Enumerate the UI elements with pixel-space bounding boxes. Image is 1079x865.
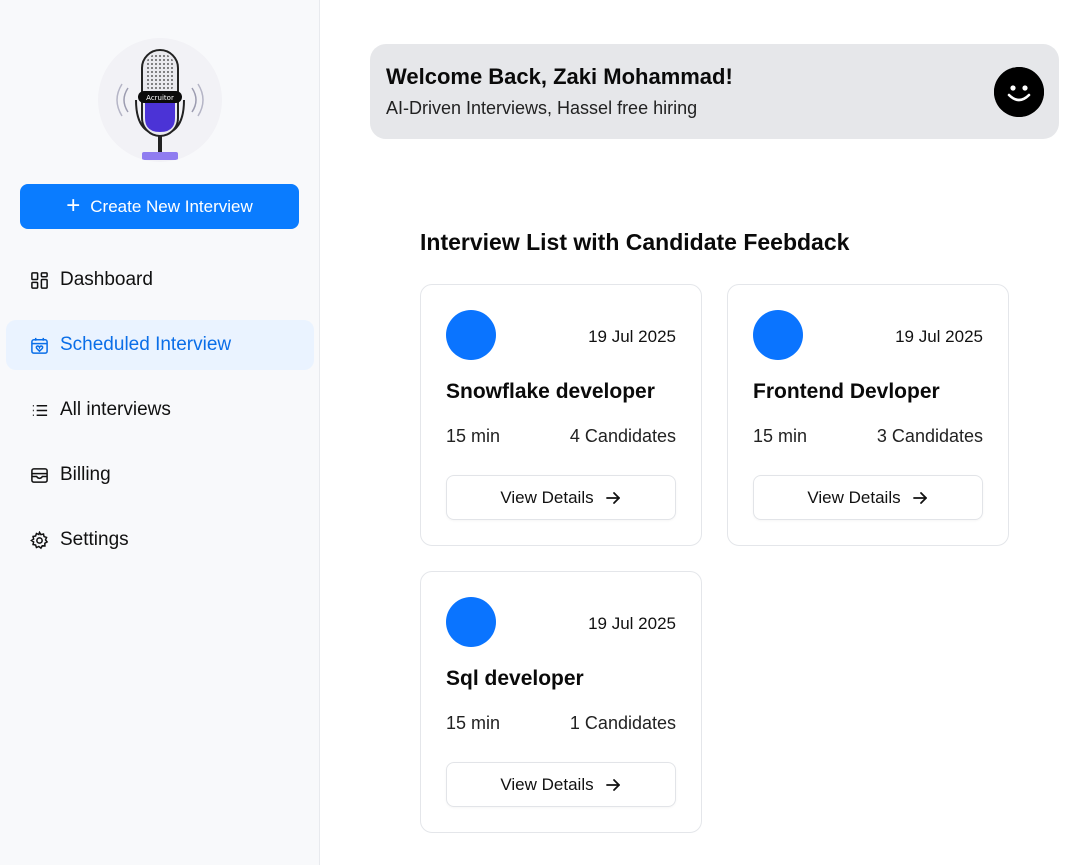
arrow-right-icon xyxy=(605,491,620,504)
user-avatar[interactable] xyxy=(994,67,1044,117)
dashboard-icon xyxy=(31,271,48,289)
welcome-title: Welcome Back, Zaki Mohammad! xyxy=(386,64,733,89)
calendar-heart-icon xyxy=(31,337,48,354)
interview-card: 19 Jul 2025 Sql developer 15 min 1 Candi… xyxy=(420,571,702,833)
arrow-right-icon xyxy=(912,491,927,504)
view-details-label: View Details xyxy=(500,487,594,507)
create-new-interview-button[interactable]: + Create New Interview xyxy=(20,184,299,229)
interview-date: 19 Jul 2025 xyxy=(588,614,676,633)
interview-avatar xyxy=(446,310,496,360)
sidebar-item-dashboard[interactable]: Dashboard xyxy=(6,255,314,305)
interview-avatar xyxy=(446,597,496,647)
view-details-button[interactable]: View Details xyxy=(753,475,983,520)
smiley-avatar-icon xyxy=(994,67,1044,117)
plus-icon: + xyxy=(66,191,81,219)
sidebar-item-label: All interviews xyxy=(60,399,171,420)
logo-wordmark: Acruitor xyxy=(146,94,174,102)
sidebar-item-settings[interactable]: Settings xyxy=(6,515,314,565)
interview-list-title: Interview List with Candidate Feebdack xyxy=(420,229,850,255)
view-details-button[interactable]: View Details xyxy=(446,762,676,807)
sidebar-item-label: Scheduled Interview xyxy=(60,334,232,355)
interview-duration: 15 min xyxy=(446,713,501,733)
welcome-subtitle: AI-Driven Interviews, Hassel free hiring xyxy=(386,98,698,118)
view-details-label: View Details xyxy=(807,487,901,507)
interview-duration: 15 min xyxy=(446,426,501,446)
sidebar-item-billing[interactable]: Billing xyxy=(6,450,314,500)
welcome-banner: Welcome Back, Zaki Mohammad! AI-Driven I… xyxy=(370,44,1059,139)
create-new-interview-label: Create New Interview xyxy=(90,196,253,216)
list-icon xyxy=(32,404,48,416)
interview-title: Frontend Devloper xyxy=(753,380,940,403)
interview-title: Sql developer xyxy=(446,667,584,690)
interview-date: 19 Jul 2025 xyxy=(895,327,983,346)
sidebar-item-all-interviews[interactable]: All interviews xyxy=(6,385,314,435)
wallet-icon xyxy=(31,467,48,483)
gear-icon xyxy=(30,530,49,549)
interview-date: 19 Jul 2025 xyxy=(588,327,676,346)
app-logo: Acruitor xyxy=(98,38,222,162)
interview-avatar xyxy=(753,310,803,360)
sidebar: Acruitor + Create New Interview Dashboar… xyxy=(0,0,320,865)
sidebar-item-scheduled-interview[interactable]: Scheduled Interview xyxy=(6,320,314,370)
app-root: Acruitor + Create New Interview Dashboar… xyxy=(0,0,1079,865)
interview-duration: 15 min xyxy=(753,426,808,446)
sidebar-item-label: Settings xyxy=(60,529,129,550)
candidate-count: 4 Candidates xyxy=(569,426,676,446)
view-details-button[interactable]: View Details xyxy=(446,475,676,520)
sidebar-item-label: Billing xyxy=(60,464,111,485)
interview-card: 19 Jul 2025 Frontend Devloper 15 min 3 C… xyxy=(727,284,1009,546)
view-details-label: View Details xyxy=(500,774,594,794)
candidate-count: 1 Candidates xyxy=(569,713,676,733)
sidebar-item-label: Dashboard xyxy=(60,269,153,290)
interview-card: 19 Jul 2025 Snowflake developer 15 min 4… xyxy=(420,284,702,546)
candidate-count: 3 Candidates xyxy=(876,426,983,446)
arrow-right-icon xyxy=(605,778,620,791)
interview-title: Snowflake developer xyxy=(446,380,655,403)
microphone-logo-icon: Acruitor xyxy=(98,38,222,162)
